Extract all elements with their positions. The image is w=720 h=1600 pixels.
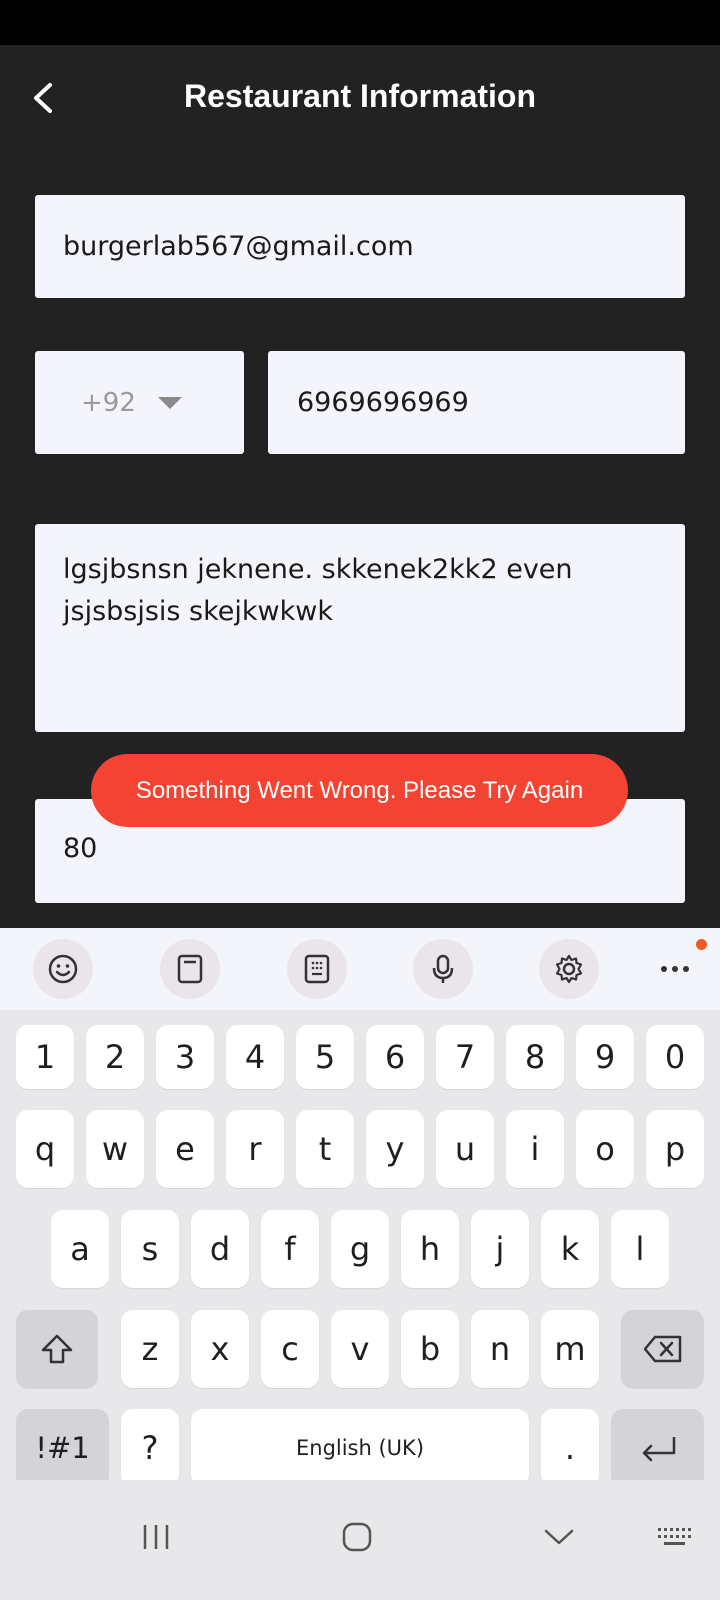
symbols-key[interactable]: !#1	[16, 1409, 109, 1487]
keyboard-switch-icon	[658, 1528, 691, 1545]
key-u[interactable]: u	[436, 1110, 494, 1188]
backspace-key[interactable]	[621, 1310, 704, 1388]
keyboard-toolbar	[0, 928, 720, 1010]
key-v[interactable]: v	[331, 1310, 389, 1388]
key-9[interactable]: 9	[576, 1025, 634, 1089]
key-j[interactable]: j	[471, 1210, 529, 1288]
key-w[interactable]: w	[86, 1110, 144, 1188]
country-code-value: +92	[81, 387, 136, 418]
key-1[interactable]: 1	[16, 1025, 74, 1089]
home-icon	[342, 1522, 372, 1552]
voice-input-button[interactable]	[413, 939, 473, 999]
emoji-button[interactable]	[33, 939, 93, 999]
space-key[interactable]: English (UK)	[191, 1409, 529, 1487]
key-q[interactable]: q	[16, 1110, 74, 1188]
key-g[interactable]: g	[331, 1210, 389, 1288]
navigation-bar	[0, 1480, 720, 1600]
key-h[interactable]: h	[401, 1210, 459, 1288]
key-d[interactable]: d	[191, 1210, 249, 1288]
country-code-dropdown[interactable]: +92	[35, 351, 244, 454]
key-7[interactable]: 7	[436, 1025, 494, 1089]
key-x[interactable]: x	[191, 1310, 249, 1388]
key-m[interactable]: m	[541, 1310, 599, 1388]
key-y[interactable]: y	[366, 1110, 424, 1188]
dropdown-caret-icon	[157, 396, 182, 409]
page-title: Restaurant Information	[183, 78, 537, 114]
keypad-icon	[304, 954, 330, 984]
key-k[interactable]: k	[541, 1210, 599, 1288]
key-s[interactable]: s	[121, 1210, 179, 1288]
keypad-button[interactable]	[287, 939, 347, 999]
key-a[interactable]: a	[51, 1210, 109, 1288]
key-5[interactable]: 5	[296, 1025, 354, 1089]
email-field[interactable]: burgerlab567@gmail.com	[35, 195, 685, 298]
key-0[interactable]: 0	[646, 1025, 704, 1089]
key-i[interactable]: i	[506, 1110, 564, 1188]
key-period[interactable]: .	[541, 1409, 599, 1487]
keyboard-switch-button[interactable]	[644, 1512, 704, 1562]
key-e[interactable]: e	[156, 1110, 214, 1188]
status-bar	[0, 0, 720, 45]
key-n[interactable]: n	[471, 1310, 529, 1388]
hide-keyboard-button[interactable]	[529, 1512, 589, 1562]
key-o[interactable]: o	[576, 1110, 634, 1188]
phone-field[interactable]: 6969696969	[268, 351, 685, 454]
key-6[interactable]: 6	[366, 1025, 424, 1089]
shift-icon	[41, 1334, 73, 1364]
clipboard-button[interactable]	[160, 939, 220, 999]
back-down-icon	[544, 1529, 574, 1545]
enter-key[interactable]	[611, 1409, 704, 1487]
key-t[interactable]: t	[296, 1110, 354, 1188]
key-z[interactable]: z	[121, 1310, 179, 1388]
key-question[interactable]: ?	[121, 1409, 179, 1487]
notification-dot	[696, 939, 707, 950]
microphone-icon	[432, 954, 454, 983]
more-icon	[661, 966, 689, 972]
key-4[interactable]: 4	[226, 1025, 284, 1089]
key-8[interactable]: 8	[506, 1025, 564, 1089]
recent-apps-button[interactable]	[126, 1512, 186, 1562]
key-r[interactable]: r	[226, 1110, 284, 1188]
home-button[interactable]	[327, 1512, 387, 1562]
shift-key[interactable]	[16, 1310, 98, 1388]
clipboard-icon	[177, 954, 203, 984]
key-c[interactable]: c	[261, 1310, 319, 1388]
key-l[interactable]: l	[611, 1210, 669, 1288]
backspace-icon	[643, 1335, 681, 1363]
emoji-icon	[48, 954, 78, 984]
keyboard-settings-button[interactable]	[539, 939, 599, 999]
recent-apps-icon	[143, 1525, 169, 1549]
key-f[interactable]: f	[261, 1210, 319, 1288]
key-b[interactable]: b	[401, 1310, 459, 1388]
enter-icon	[642, 1437, 675, 1462]
settings-icon	[555, 954, 583, 984]
more-options-button[interactable]	[645, 939, 705, 999]
error-toast: Something Went Wrong. Please Try Again	[91, 754, 628, 827]
key-2[interactable]: 2	[86, 1025, 144, 1089]
key-p[interactable]: p	[646, 1110, 704, 1188]
description-field[interactable]: lgsjbsnsn jeknene. skkenek2kk2 even jsjs…	[35, 524, 685, 732]
key-3[interactable]: 3	[156, 1025, 214, 1089]
